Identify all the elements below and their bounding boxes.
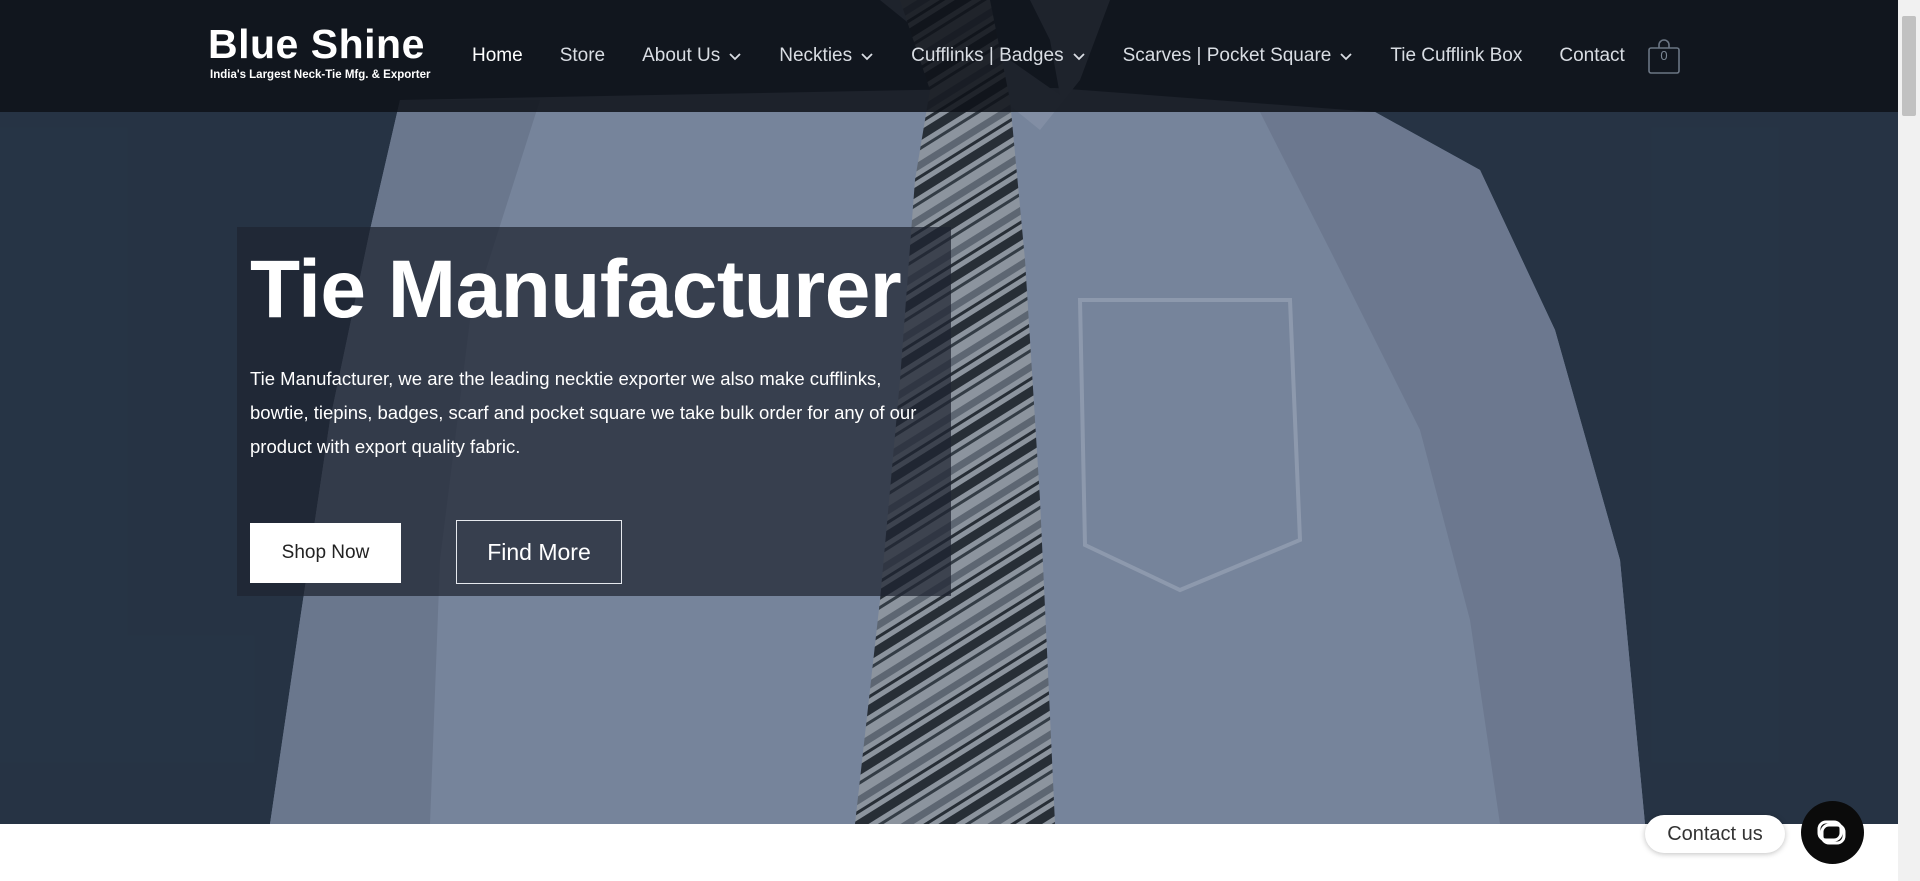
chat-bubble-button[interactable] — [1801, 801, 1864, 864]
nav-item-home[interactable]: Home — [472, 45, 523, 67]
nav-item-neckties[interactable]: Neckties — [779, 45, 874, 67]
brand-name: Blue Shine — [208, 21, 425, 67]
cart-button[interactable]: 0 — [1648, 38, 1680, 74]
chevron-down-icon — [1072, 53, 1085, 61]
shop-now-button[interactable]: Shop Now — [250, 523, 401, 583]
nav-item-tie-cufflink-box[interactable]: Tie Cufflink Box — [1390, 45, 1522, 67]
chat-icon — [1817, 820, 1845, 844]
nav-item-store[interactable]: Store — [560, 45, 605, 67]
main-navigation: Home Store About Us Neckties Cufflinks |… — [472, 0, 1662, 112]
cart-count: 0 — [1660, 48, 1668, 63]
nav-item-about-us[interactable]: About Us — [642, 45, 742, 67]
nav-item-label: Contact — [1559, 45, 1625, 66]
scrollbar-thumb[interactable] — [1902, 16, 1916, 116]
nav-item-label: Tie Cufflink Box — [1390, 45, 1523, 66]
contact-us-label[interactable]: Contact us — [1645, 815, 1785, 853]
nav-item-scarves-pocket-square[interactable]: Scarves | Pocket Square — [1123, 45, 1354, 67]
hero-title: Tie Manufacturer — [250, 244, 902, 335]
nav-item-label: Store — [559, 45, 606, 66]
nav-item-label: About Us — [642, 45, 721, 66]
hero-description: Tie Manufacturer, we are the leading nec… — [250, 368, 917, 457]
nav-item-contact[interactable]: Contact — [1559, 45, 1624, 67]
chevron-down-icon — [1340, 53, 1352, 61]
nav-item-label: Scarves | Pocket Square — [1122, 45, 1332, 66]
brand-tagline: India's Largest Neck-Tie Mfg. & Exporter — [210, 69, 431, 81]
chevron-down-icon — [729, 53, 741, 61]
nav-item-label: Neckties — [779, 45, 853, 66]
nav-item-label: Cufflinks | Badges — [911, 45, 1064, 66]
nav-item-cufflinks-badges[interactable]: Cufflinks | Badges — [911, 45, 1085, 67]
find-more-button[interactable]: Find More — [456, 520, 622, 584]
nav-item-label: Home — [472, 45, 523, 66]
chevron-down-icon — [861, 53, 873, 61]
brand-logo[interactable]: Blue Shine India's Largest Neck-Tie Mfg.… — [208, 20, 430, 86]
page-scrollbar[interactable] — [1898, 0, 1920, 881]
site-header: Blue Shine India's Largest Neck-Tie Mfg.… — [0, 0, 1898, 112]
contact-us-text: Contact us — [1667, 822, 1763, 845]
